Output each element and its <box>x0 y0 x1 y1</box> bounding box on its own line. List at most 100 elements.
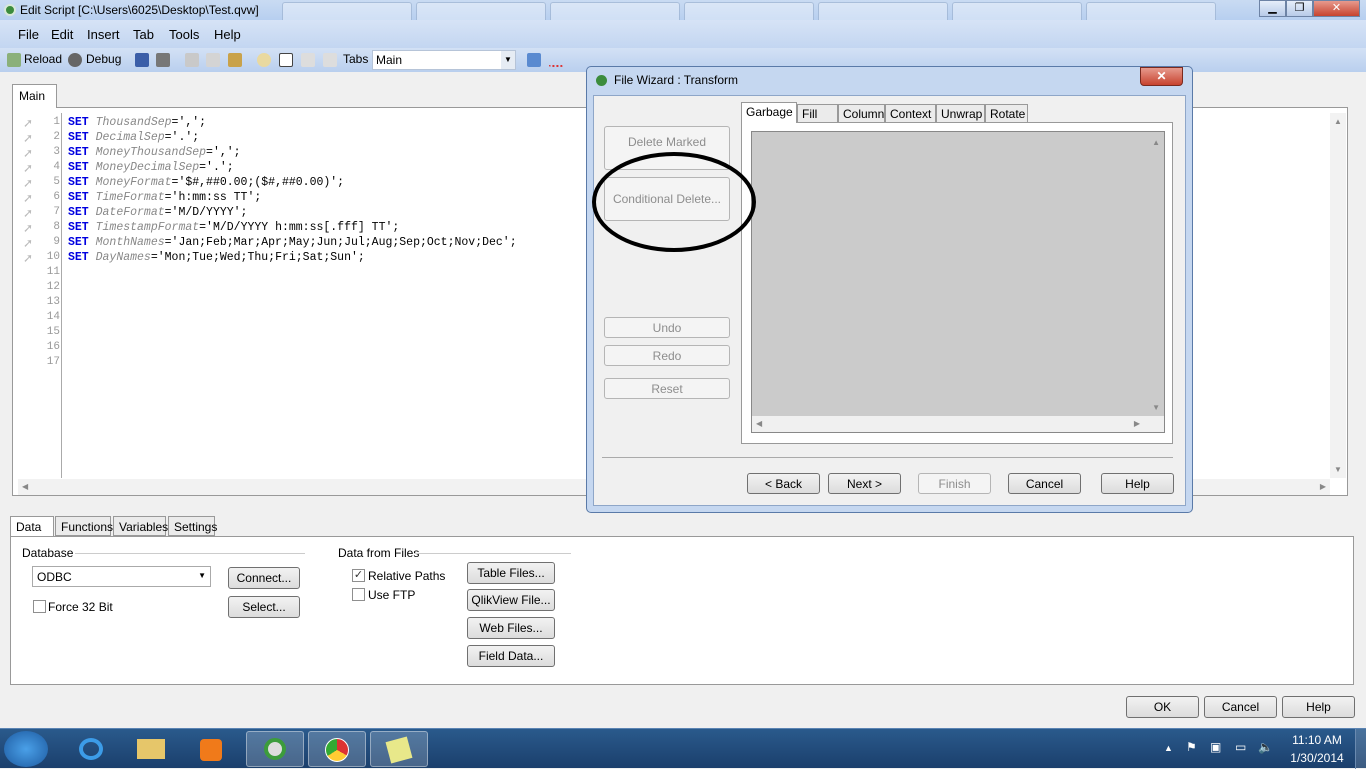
clock-date: 1/30/2014 <box>1290 751 1344 765</box>
window-title: Edit Script [C:\Users\6025\Desktop\Test.… <box>20 3 259 17</box>
tab-main[interactable]: Main <box>12 84 57 108</box>
ok-button[interactable]: OK <box>1126 696 1199 718</box>
tab-fill[interactable]: Fill <box>797 104 838 123</box>
maximize-button[interactable]: ❐ <box>1286 0 1313 17</box>
qlikview-taskbar-icon[interactable] <box>246 731 304 767</box>
editor-vertical-scrollbar[interactable]: ▲ ▼ <box>1330 113 1346 478</box>
dialog-cancel-button[interactable]: Cancel <box>1008 473 1081 494</box>
show-hidden-icons[interactable]: ▲ <box>1164 743 1173 753</box>
code-line[interactable]: SET DayNames='Mon;Tue;Wed;Thu;Fri;Sat;Su… <box>68 251 365 266</box>
table-viewer-icon[interactable] <box>527 53 541 67</box>
field-data-button[interactable]: Field Data... <box>467 645 555 667</box>
connect-button[interactable]: Connect... <box>228 567 300 589</box>
line-number: 12 <box>18 281 60 296</box>
code-line[interactable]: SET ThousandSep=','; <box>68 116 206 131</box>
undo-button[interactable]: Undo <box>604 317 730 338</box>
line-number-text: 6 <box>53 191 60 203</box>
debug-icon[interactable] <box>68 53 82 67</box>
tab-garbage[interactable]: Garbage <box>741 102 797 123</box>
code-line[interactable]: SET MoneyDecimalSep='.'; <box>68 161 234 176</box>
tabs-dropdown[interactable]: Main ▼ <box>372 50 516 70</box>
tab-column[interactable]: Column <box>838 104 885 123</box>
value: ='M/D/YYYY h:mm:ss[.fff] TT'; <box>199 221 400 234</box>
redo-button[interactable]: Redo <box>604 345 730 366</box>
menu-edit[interactable]: Edit <box>51 27 73 42</box>
search-icon[interactable] <box>257 53 271 67</box>
dialog-help-button[interactable]: Help <box>1101 473 1174 494</box>
background-browser-tab <box>550 2 680 20</box>
file-explorer-icon[interactable] <box>122 731 180 767</box>
menu-help[interactable]: Help <box>214 27 241 42</box>
menu-insert[interactable]: Insert <box>87 27 120 42</box>
tab-rotate[interactable]: Rotate <box>985 104 1028 123</box>
internet-explorer-icon[interactable] <box>62 731 120 767</box>
code-line[interactable]: SET TimeFormat='h:mm:ss TT'; <box>68 191 261 206</box>
reload-icon[interactable] <box>7 53 21 67</box>
chevron-down-icon[interactable]: ▼ <box>501 51 515 69</box>
data-preview-grid[interactable]: ▲ ▼ ◀ ▶ <box>751 131 1165 433</box>
use-ftp-checkbox[interactable] <box>352 588 365 601</box>
tab-context[interactable]: Context <box>885 104 936 123</box>
system-clock[interactable]: 11:10 AM 1/30/2014 <box>1282 733 1352 765</box>
next-button[interactable]: Next > <box>828 473 901 494</box>
code-line[interactable]: SET MonthNames='Jan;Feb;Mar;Apr;May;Jun;… <box>68 236 517 251</box>
web-files-button[interactable]: Web Files... <box>467 617 555 639</box>
table-files-button[interactable]: Table Files... <box>467 562 555 584</box>
show-desktop-button[interactable] <box>1355 729 1366 769</box>
sticky-notes-icon[interactable] <box>370 731 428 767</box>
new-tab-icon[interactable] <box>279 53 293 67</box>
relative-paths-checkbox[interactable]: ✓ <box>352 569 365 582</box>
volume-icon[interactable]: 🔈 <box>1258 740 1273 754</box>
print-icon[interactable] <box>156 53 170 67</box>
menu-tools[interactable]: Tools <box>169 27 199 42</box>
tab-functions[interactable]: Functions <box>55 516 113 536</box>
code-line[interactable]: SET TimestampFormat='M/D/YYYY h:mm:ss[.f… <box>68 221 399 236</box>
tab-variables[interactable]: Variables <box>113 516 168 536</box>
database-select[interactable]: ODBC ▼ <box>32 566 211 587</box>
start-button[interactable] <box>4 731 48 767</box>
line-number-text: 3 <box>53 146 60 158</box>
cancel-button[interactable]: Cancel <box>1204 696 1277 718</box>
copy-icon[interactable] <box>206 53 220 67</box>
code-line[interactable]: SET MoneyFormat='$#,##0.00;($#,##0.00)'; <box>68 176 344 191</box>
code-line[interactable]: SET DecimalSep='.'; <box>68 131 199 146</box>
dialog-close-button[interactable]: ✕ <box>1140 67 1183 86</box>
code-line[interactable]: SET DateFormat='M/D/YYYY'; <box>68 206 247 221</box>
demote-tab-icon[interactable] <box>323 53 337 67</box>
reset-button[interactable]: Reset <box>604 378 730 399</box>
menu-file[interactable]: File <box>18 27 39 42</box>
checkmark-icon: ✓ <box>353 569 364 581</box>
media-player-icon[interactable] <box>182 731 240 767</box>
tab-settings[interactable]: Settings <box>168 516 217 536</box>
help-button[interactable]: Help <box>1282 696 1355 718</box>
close-button[interactable]: ✕ <box>1313 0 1360 17</box>
scroll-down-icon[interactable]: ▼ <box>1152 403 1160 412</box>
minimize-button[interactable]: ▁ <box>1259 0 1286 17</box>
tab-unwrap[interactable]: Unwrap <box>936 104 985 123</box>
tab-data[interactable]: Data <box>10 516 54 537</box>
bookmark-arrow-icon: ➚ <box>23 162 34 176</box>
menu-tab[interactable]: Tab <box>133 27 154 42</box>
syntax-check-icon[interactable] <box>549 53 563 67</box>
debug-button[interactable]: Debug <box>86 52 121 66</box>
save-icon[interactable] <box>135 53 149 67</box>
finish-button[interactable]: Finish <box>918 473 991 494</box>
code-line[interactable]: SET MoneyThousandSep=','; <box>68 146 241 161</box>
action-center-flag-icon[interactable]: ⚑ <box>1186 740 1197 754</box>
grid-horizontal-scrollbar[interactable]: ◀ ▶ <box>752 416 1164 432</box>
scroll-up-icon[interactable]: ▲ <box>1152 138 1160 147</box>
paste-icon[interactable] <box>228 53 242 67</box>
promote-tab-icon[interactable] <box>301 53 315 67</box>
network-icon[interactable]: ▭ <box>1235 740 1246 754</box>
force-32-bit-checkbox[interactable] <box>33 600 46 613</box>
qlikview-file-button[interactable]: QlikView File... <box>467 589 555 611</box>
data-panel <box>10 536 1354 685</box>
power-icon[interactable]: ▣ <box>1210 740 1221 754</box>
reload-button[interactable]: Reload <box>24 52 62 66</box>
cut-icon[interactable] <box>185 53 199 67</box>
line-number-text: 16 <box>46 341 60 353</box>
select-button[interactable]: Select... <box>228 596 300 618</box>
chrome-taskbar-icon[interactable] <box>308 731 366 767</box>
value: ='Jan;Feb;Mar;Apr;May;Jun;Jul;Aug;Sep;Oc… <box>164 236 517 249</box>
back-button[interactable]: < Back <box>747 473 820 494</box>
